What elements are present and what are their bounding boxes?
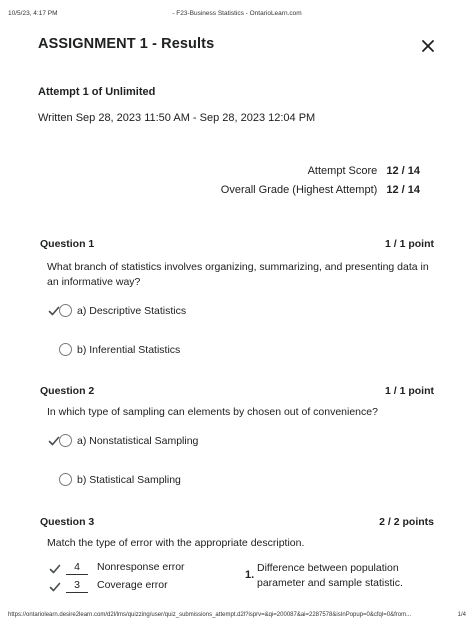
match-answer: 4 <box>66 561 88 575</box>
question-points: 1 / 1 point <box>384 385 434 397</box>
attempt-score: Attempt Score 12 / 14 <box>308 165 420 177</box>
question-title: Question 3 <box>40 516 95 528</box>
question-points: 2 / 2 points <box>379 516 434 528</box>
question-text: Match the type of error with the appropr… <box>47 537 305 549</box>
question-text: In which type of sampling can elements b… <box>47 406 378 418</box>
close-icon[interactable] <box>420 38 436 54</box>
checkmark-icon <box>49 564 61 574</box>
title-row: ASSIGNMENT 1 - Results <box>38 36 436 60</box>
radio-button[interactable] <box>59 434 72 447</box>
print-page-number: 1/4 <box>457 612 466 618</box>
overall-grade-label: Overall Grade (Highest Attempt) <box>220 184 378 196</box>
print-url: https://ontariolearn.desire2learn.com/d2… <box>8 612 412 618</box>
description-number: 1. <box>245 569 255 581</box>
overall-grade: Overall Grade (Highest Attempt) 12 / 14 <box>221 184 420 196</box>
radio-button[interactable] <box>59 304 72 317</box>
question-title: Question 1 <box>40 238 95 250</box>
match-answer: 3 <box>66 579 88 593</box>
print-doc-title: - F23-Business Statistics - OntarioLearn… <box>172 10 302 17</box>
attempt-score-value: 12 / 14 <box>386 165 420 177</box>
description-text: Difference between population parameter … <box>257 562 403 589</box>
checkmark-icon <box>49 582 61 592</box>
written-timestamp: Written Sep 28, 2023 11:50 AM - Sep 28, … <box>38 112 316 124</box>
match-label: Nonresponse error <box>97 561 185 573</box>
attempt-label: Attempt 1 of Unlimited <box>38 86 156 98</box>
question-text: What branch of statistics involves organ… <box>47 261 429 288</box>
question-3-header: Question 3 2 / 2 points <box>40 516 434 530</box>
option-label: a) Descriptive Statistics <box>77 305 187 317</box>
print-header: 10/5/23, 4:17 PM - F23-Business Statisti… <box>8 10 466 20</box>
radio-button[interactable] <box>59 343 72 356</box>
option-label: a) Nonstatistical Sampling <box>77 435 199 447</box>
radio-button[interactable] <box>59 473 72 486</box>
option-label: b) Statistical Sampling <box>77 474 181 486</box>
attempt-score-label: Attempt Score <box>307 165 378 177</box>
page-title: ASSIGNMENT 1 - Results <box>38 36 215 52</box>
overall-grade-value: 12 / 14 <box>386 184 420 196</box>
match-label: Coverage error <box>97 579 168 591</box>
question-1-header: Question 1 1 / 1 point <box>40 238 434 252</box>
question-title: Question 2 <box>40 385 95 397</box>
option-label: b) Inferential Statistics <box>77 344 181 356</box>
question-2-header: Question 2 1 / 1 point <box>40 385 434 399</box>
print-footer: https://ontariolearn.desire2learn.com/d2… <box>8 612 466 622</box>
question-points: 1 / 1 point <box>384 238 434 250</box>
